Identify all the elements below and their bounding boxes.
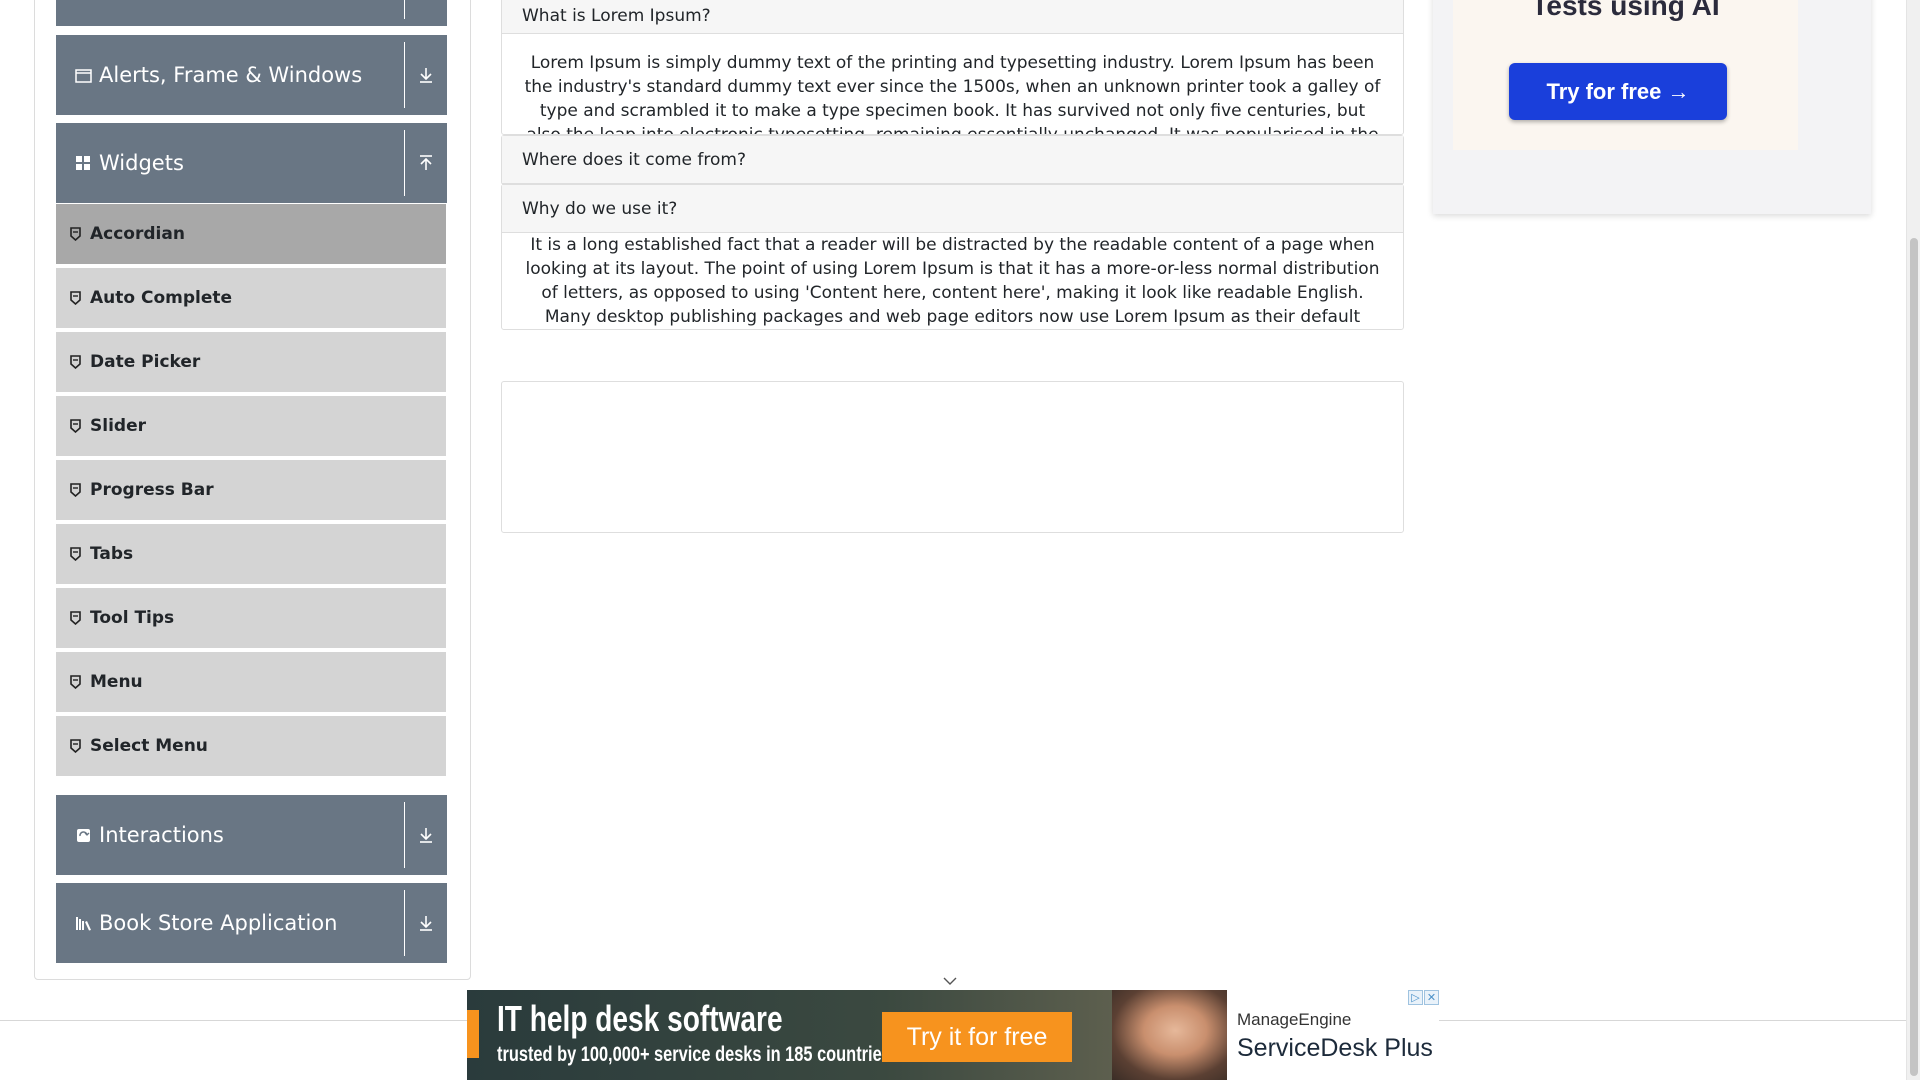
group-header-label: Widgets: [99, 151, 184, 175]
try-for-free-button[interactable]: Try for free →: [1509, 63, 1727, 120]
accordion-heading[interactable]: Why do we use it?: [502, 185, 1403, 233]
group-header-widgets[interactable]: Widgets: [56, 123, 447, 203]
try-it-free-button[interactable]: Try it for free: [882, 1012, 1072, 1062]
book-store-icon: [73, 913, 93, 933]
sidebar-item-menu[interactable]: Menu: [56, 652, 446, 714]
banner-title: IT help desk software: [497, 998, 783, 1039]
group-header-previous[interactable]: [56, 0, 447, 26]
sidebar-item-slider[interactable]: Slider: [56, 396, 446, 458]
item-icon: [70, 355, 82, 369]
brand-name: ManageEngine: [1237, 1010, 1352, 1029]
accordion-body: It is a long established fact that a rea…: [525, 235, 1380, 327]
accordion-section-2: Where does it come from?: [501, 135, 1404, 185]
scrollbar-thumb[interactable]: [1910, 238, 1918, 1076]
chevron-down-icon[interactable]: [943, 973, 957, 991]
sidebar-item-tabs[interactable]: Tabs: [56, 524, 446, 586]
download-arrow-icon[interactable]: [404, 802, 447, 868]
group-header-alerts-frame-windows[interactable]: Alerts, Frame & Windows: [56, 35, 447, 115]
ad-title: Tests using AI: [1531, 0, 1720, 21]
item-icon: [70, 291, 82, 305]
sidebar-item-label: Tabs: [90, 544, 134, 564]
scrollbar[interactable]: [1906, 0, 1920, 1080]
item-icon: [70, 739, 82, 753]
sidebar-item-label: Date Picker: [90, 352, 201, 372]
widgets-icon: [73, 153, 93, 173]
item-icon: [70, 611, 82, 625]
sidebar-item-auto-complete[interactable]: Auto Complete: [56, 268, 446, 330]
accordion-heading[interactable]: Where does it come from?: [502, 136, 1403, 184]
banner-subtitle: trusted by 100,000+ service desks in 185…: [497, 1043, 891, 1066]
sidebar-item-accordian[interactable]: Accordian: [56, 204, 446, 266]
group-header-interactions[interactable]: Interactions: [56, 795, 447, 875]
item-icon: [70, 227, 82, 241]
item-icon: [70, 547, 82, 561]
accordion-section-1: What is Lorem Ipsum? Lorem Ipsum is simp…: [501, 0, 1404, 135]
download-arrow-icon[interactable]: [404, 890, 447, 956]
download-arrow-icon[interactable]: [404, 42, 447, 108]
upload-arrow-icon[interactable]: [404, 130, 447, 196]
banner-ad[interactable]: IT help desk software trusted by 100,000…: [467, 990, 1439, 1080]
sidebar-item-label: Progress Bar: [90, 480, 214, 500]
sidebar-item-label: Accordian: [90, 224, 185, 244]
sidebar-item-label: Auto Complete: [90, 288, 233, 308]
sidebar-item-tool-tips[interactable]: Tool Tips: [56, 588, 446, 650]
accordion-body: Lorem Ipsum is simply dummy text of the …: [524, 53, 1381, 134]
support-agent-photo: [1112, 990, 1227, 1080]
sidebar-item-label: Menu: [90, 672, 143, 692]
chevron-down-icon[interactable]: [404, 0, 447, 19]
content-box: [501, 381, 1404, 533]
interactions-icon: [73, 825, 93, 845]
accordion-heading[interactable]: What is Lorem Ipsum?: [502, 0, 1403, 34]
accordion-section-3: Why do we use it? It is a long establish…: [501, 184, 1404, 330]
ad-choices-icon[interactable]: ▷: [1408, 990, 1423, 1005]
item-icon: [70, 419, 82, 433]
item-icon: [70, 483, 82, 497]
group-header-label: Book Store Application: [99, 911, 338, 935]
sidebar-item-progress-bar[interactable]: Progress Bar: [56, 460, 446, 522]
sidebar-item-label: Select Menu: [90, 736, 208, 756]
sidebar-item-date-picker[interactable]: Date Picker: [56, 332, 446, 394]
group-header-label: Interactions: [99, 823, 224, 847]
sidebar-item-label: Tool Tips: [90, 608, 175, 628]
side-ad[interactable]: Tests using AI Try for free →: [1433, 0, 1871, 214]
window-icon: [73, 65, 93, 85]
sidebar-item-label: Slider: [90, 416, 146, 436]
group-header-label: Alerts, Frame & Windows: [99, 63, 363, 87]
group-header-book-store-application[interactable]: Book Store Application: [56, 883, 447, 963]
product-name: ServiceDesk Plus: [1237, 1034, 1433, 1062]
close-icon[interactable]: ✕: [1424, 990, 1439, 1005]
banner-stripe: [467, 1010, 479, 1058]
item-icon: [70, 675, 82, 689]
sidebar-item-select-menu[interactable]: Select Menu: [56, 716, 446, 778]
